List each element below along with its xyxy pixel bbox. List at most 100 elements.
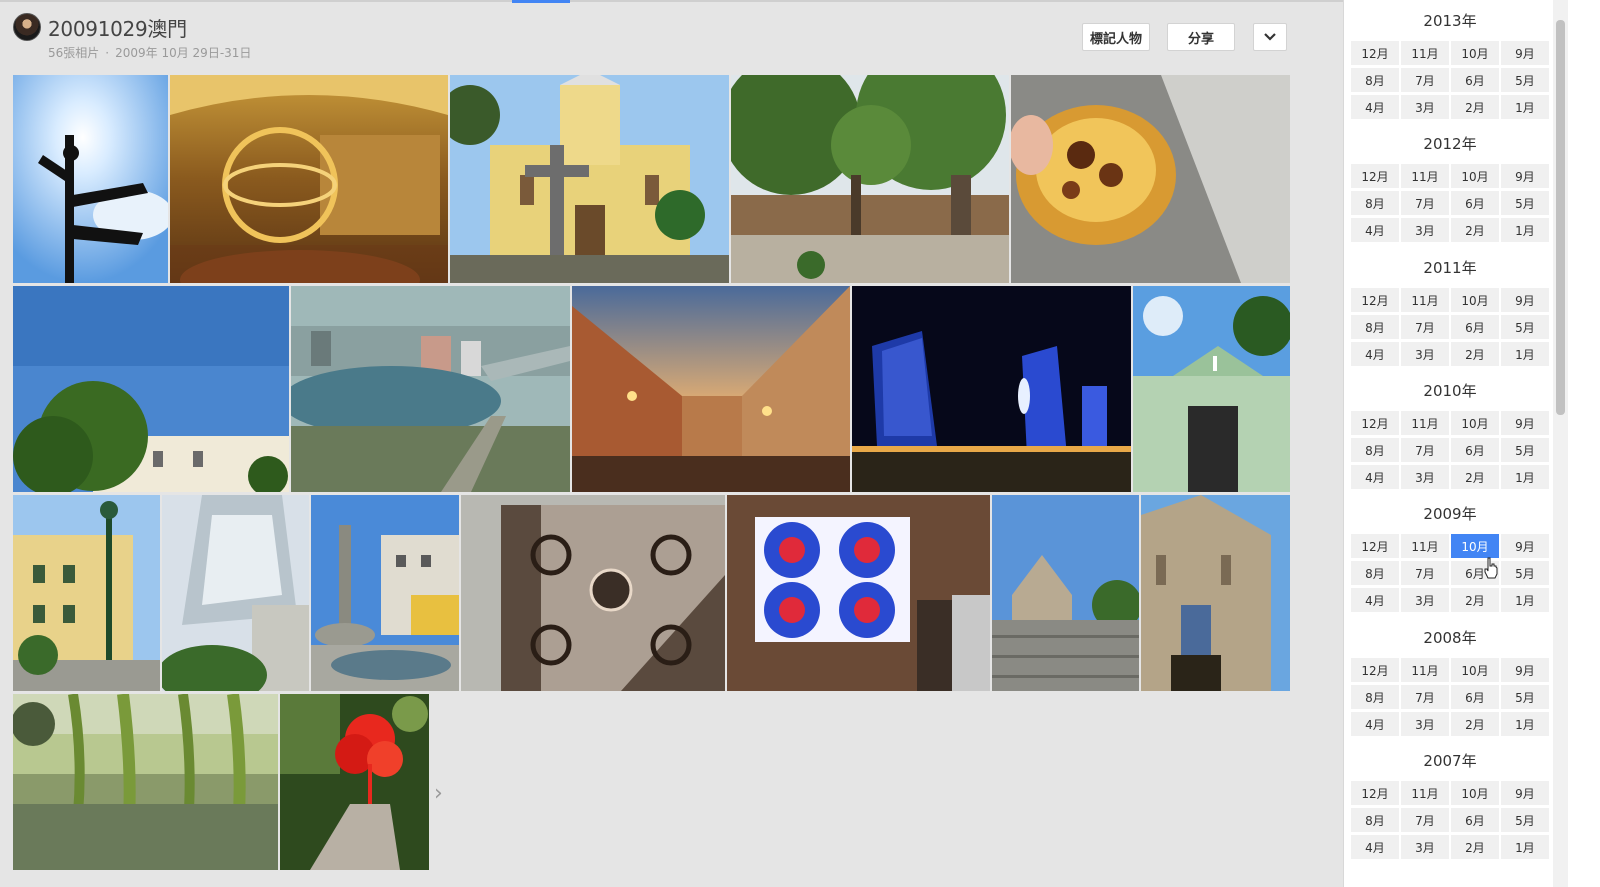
month-button[interactable]: 5月 xyxy=(1501,685,1549,709)
month-button[interactable]: 8月 xyxy=(1351,438,1399,462)
month-button[interactable]: 4月 xyxy=(1351,712,1399,736)
month-button[interactable]: 12月 xyxy=(1351,658,1399,682)
month-button[interactable]: 3月 xyxy=(1401,95,1449,119)
month-button[interactable]: 9月 xyxy=(1501,288,1549,312)
month-button[interactable]: 4月 xyxy=(1351,588,1399,612)
month-button[interactable]: 4月 xyxy=(1351,95,1399,119)
month-button[interactable]: 3月 xyxy=(1401,712,1449,736)
month-button[interactable]: 8月 xyxy=(1351,808,1399,832)
photo-yellow-mansion[interactable] xyxy=(13,495,160,691)
month-button[interactable]: 2月 xyxy=(1451,95,1499,119)
month-button[interactable]: 3月 xyxy=(1401,835,1449,859)
tag-people-button[interactable]: 標記人物 xyxy=(1082,23,1150,51)
month-button[interactable]: 11月 xyxy=(1401,288,1449,312)
month-button[interactable]: 10月 xyxy=(1451,658,1499,682)
month-button[interactable]: 7月 xyxy=(1401,438,1449,462)
month-button[interactable]: 10月 xyxy=(1451,781,1499,805)
month-button[interactable]: 7月 xyxy=(1401,315,1449,339)
month-button[interactable]: 2月 xyxy=(1451,835,1499,859)
month-button[interactable]: 3月 xyxy=(1401,342,1449,366)
month-button[interactable]: 6月 xyxy=(1451,191,1499,215)
month-button[interactable]: 5月 xyxy=(1501,438,1549,462)
photo-fountain[interactable] xyxy=(311,495,459,691)
month-button[interactable]: 1月 xyxy=(1501,588,1549,612)
photo-night-towers[interactable] xyxy=(852,286,1131,492)
month-button[interactable]: 11月 xyxy=(1401,658,1449,682)
month-button[interactable]: 2月 xyxy=(1451,218,1499,242)
photo-golden-sphere[interactable] xyxy=(170,75,448,283)
month-button[interactable]: 5月 xyxy=(1501,68,1549,92)
month-button[interactable]: 8月 xyxy=(1351,685,1399,709)
month-button[interactable]: 9月 xyxy=(1501,658,1549,682)
photo-iron-grille[interactable] xyxy=(461,495,725,691)
month-button[interactable]: 12月 xyxy=(1351,411,1399,435)
photo-ruins-facade[interactable] xyxy=(1141,495,1290,691)
month-button-active[interactable]: 10月 xyxy=(1451,534,1499,558)
photo-red-hibiscus[interactable] xyxy=(280,694,429,870)
avatar[interactable] xyxy=(13,13,41,41)
photo-willow-pond[interactable] xyxy=(13,694,278,870)
photo-crystal-tower[interactable] xyxy=(162,495,309,691)
chevron-right-icon[interactable]: › xyxy=(434,781,443,807)
month-button[interactable]: 1月 xyxy=(1501,218,1549,242)
month-button[interactable]: 9月 xyxy=(1501,411,1549,435)
month-button[interactable]: 10月 xyxy=(1451,288,1499,312)
month-button[interactable]: 9月 xyxy=(1501,781,1549,805)
month-button[interactable]: 11月 xyxy=(1401,164,1449,188)
month-button[interactable]: 2月 xyxy=(1451,342,1499,366)
month-button[interactable]: 3月 xyxy=(1401,588,1449,612)
month-button[interactable]: 6月 xyxy=(1451,315,1499,339)
month-button[interactable]: 10月 xyxy=(1451,411,1499,435)
month-button[interactable]: 12月 xyxy=(1351,781,1399,805)
share-button[interactable]: 分享 xyxy=(1167,23,1235,51)
year-label[interactable]: 2008年 xyxy=(1351,626,1549,650)
month-button[interactable]: 7月 xyxy=(1401,68,1449,92)
month-button[interactable]: 6月 xyxy=(1451,68,1499,92)
photo-stained-glass[interactable] xyxy=(727,495,990,691)
month-button[interactable]: 1月 xyxy=(1501,342,1549,366)
month-button[interactable]: 1月 xyxy=(1501,95,1549,119)
month-button[interactable]: 10月 xyxy=(1451,164,1499,188)
year-label[interactable]: 2011年 xyxy=(1351,256,1549,280)
month-button[interactable]: 4月 xyxy=(1351,342,1399,366)
photo-venetian-street[interactable] xyxy=(572,286,850,492)
month-button[interactable]: 7月 xyxy=(1401,808,1449,832)
month-button[interactable]: 5月 xyxy=(1501,315,1549,339)
month-button[interactable]: 12月 xyxy=(1351,41,1399,65)
month-button[interactable]: 1月 xyxy=(1501,465,1549,489)
month-button[interactable]: 1月 xyxy=(1501,835,1549,859)
month-button[interactable]: 1月 xyxy=(1501,712,1549,736)
more-options-button[interactable] xyxy=(1253,23,1287,51)
year-label[interactable]: 2009年 xyxy=(1351,502,1549,526)
photo-tree-plaza[interactable] xyxy=(731,75,1009,283)
year-label[interactable]: 2007年 xyxy=(1351,749,1549,773)
month-button[interactable]: 6月 xyxy=(1451,808,1499,832)
month-button[interactable]: 6月 xyxy=(1451,685,1499,709)
month-button[interactable]: 11月 xyxy=(1401,781,1449,805)
month-button[interactable]: 2月 xyxy=(1451,588,1499,612)
month-button[interactable]: 9月 xyxy=(1501,164,1549,188)
month-button[interactable]: 5月 xyxy=(1501,191,1549,215)
photo-egg-tart[interactable] xyxy=(1011,75,1290,283)
month-button[interactable]: 3月 xyxy=(1401,218,1449,242)
month-button[interactable]: 11月 xyxy=(1401,41,1449,65)
month-button[interactable]: 8月 xyxy=(1351,561,1399,585)
month-button[interactable]: 7月 xyxy=(1401,685,1449,709)
sidebar-scrollbar-thumb[interactable] xyxy=(1556,20,1565,415)
month-button[interactable]: 5月 xyxy=(1501,561,1549,585)
month-button[interactable]: 8月 xyxy=(1351,315,1399,339)
month-button[interactable]: 4月 xyxy=(1351,218,1399,242)
year-label[interactable]: 2012年 xyxy=(1351,132,1549,156)
month-button[interactable]: 4月 xyxy=(1351,465,1399,489)
month-button[interactable]: 10月 xyxy=(1451,41,1499,65)
month-button[interactable]: 2月 xyxy=(1451,465,1499,489)
month-button[interactable]: 11月 xyxy=(1401,534,1449,558)
photo-aerial-bay[interactable] xyxy=(291,286,570,492)
photo-tree-building[interactable] xyxy=(13,286,289,492)
month-button[interactable]: 8月 xyxy=(1351,68,1399,92)
month-button[interactable]: 7月 xyxy=(1401,191,1449,215)
month-button[interactable]: 4月 xyxy=(1351,835,1399,859)
month-button[interactable]: 3月 xyxy=(1401,465,1449,489)
photo-signpost[interactable] xyxy=(13,75,168,283)
month-button[interactable]: 8月 xyxy=(1351,191,1399,215)
